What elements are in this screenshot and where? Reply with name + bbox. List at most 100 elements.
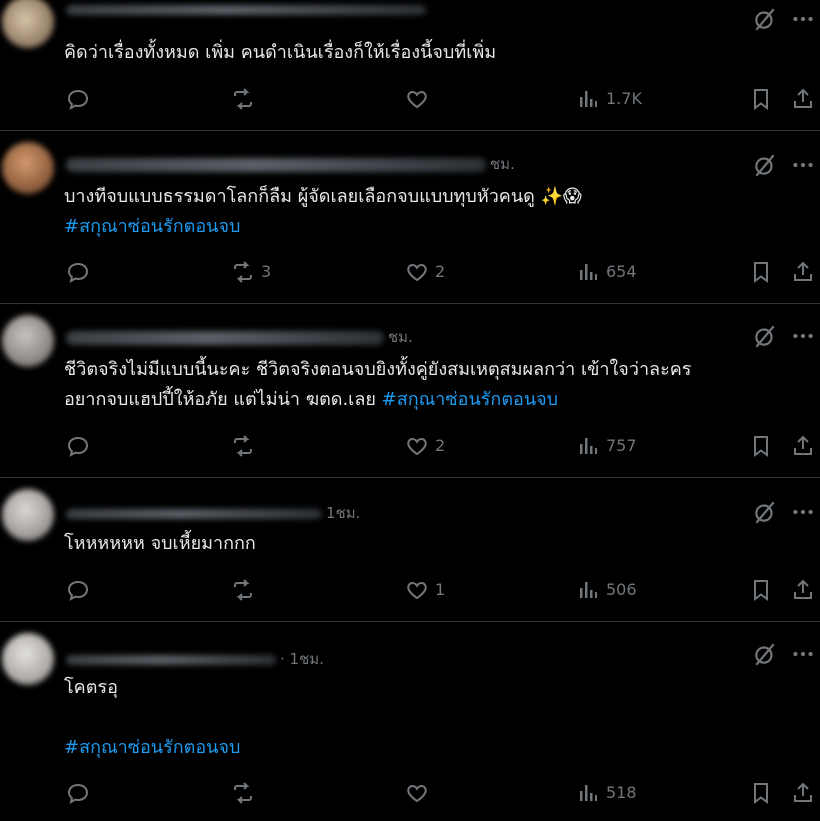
bookmark-button[interactable]	[749, 431, 779, 461]
avatar[interactable]	[2, 142, 54, 194]
reply-button[interactable]	[66, 778, 96, 808]
avatar[interactable]	[2, 489, 54, 541]
bookmark-icon	[754, 89, 768, 110]
post-text: โคตรอุ #สกุณาซ่อนรักตอนจบ	[64, 673, 794, 763]
post-text-line: คิดว่าเรื่องทั้งหมด เพิ่ม คนดำเนินเรื่อง…	[64, 42, 497, 63]
retweet-button[interactable]: 3	[231, 257, 271, 287]
views-count: 506	[606, 580, 637, 599]
more-icon[interactable]	[790, 323, 816, 349]
post-time[interactable]: ชม.	[388, 328, 413, 346]
views-count: 518	[606, 783, 637, 802]
avatar[interactable]	[2, 633, 54, 685]
post-time[interactable]: 1ชม.	[326, 504, 360, 522]
action-bar: 518	[0, 778, 820, 808]
hashtag-link[interactable]: #สกุณาซ่อนรักตอนจบ	[382, 389, 558, 410]
author-name[interactable]	[66, 508, 322, 519]
more-icon[interactable]	[790, 152, 816, 178]
post-text-fragment: อยากจบแฮปปี้ให้อภัย แต่ไม่น่า ฆตด.เลย	[64, 389, 376, 410]
hashtag-link[interactable]: #สกุณาซ่อนรักตอนจบ	[64, 733, 794, 763]
grok-icon[interactable]	[752, 641, 778, 667]
post-header: · 1ชม.	[66, 647, 324, 671]
share-button[interactable]	[791, 257, 820, 287]
reply-icon	[67, 436, 89, 457]
grok-icon[interactable]	[752, 152, 778, 178]
like-count: 2	[435, 262, 446, 281]
reply-post[interactable]: ชม. ชีวิตจริงไม่มีแบบนี้นะคะ ชีวิตจริงตอ…	[0, 303, 820, 478]
like-button[interactable]: 2	[405, 431, 445, 461]
grok-icon[interactable]	[752, 499, 778, 525]
share-icon	[794, 261, 812, 281]
post-text-line: อยากจบแฮปปี้ให้อภัย แต่ไม่น่า ฆตด.เลย #ส…	[64, 385, 794, 415]
share-button[interactable]	[791, 575, 820, 605]
retweet-button[interactable]	[231, 431, 261, 461]
more-icon[interactable]	[790, 6, 816, 32]
retweet-icon	[234, 261, 252, 283]
bookmark-button[interactable]	[749, 257, 779, 287]
views-button[interactable]: 654	[576, 257, 637, 287]
retweet-icon	[234, 88, 252, 110]
avatar[interactable]	[2, 0, 54, 48]
share-icon	[794, 435, 812, 455]
more-icon[interactable]	[790, 499, 816, 525]
heart-icon	[407, 581, 427, 600]
post-time[interactable]: ชม.	[490, 155, 515, 173]
retweet-button[interactable]	[231, 575, 261, 605]
reply-button[interactable]	[66, 431, 96, 461]
views-button[interactable]: 757	[576, 431, 637, 461]
grok-icon[interactable]	[752, 323, 778, 349]
reply-button[interactable]	[66, 257, 96, 287]
post-header: ชม.	[66, 325, 413, 349]
author-name[interactable]	[66, 4, 426, 15]
post-text: ชีวิตจริงไม่มีแบบนี้นะคะ ชีวิตจริงตอนจบย…	[64, 355, 794, 415]
views-icon	[580, 264, 597, 280]
reply-post[interactable]: ชม. บางทีจบแบบธรรมดาโลกก็ลืม ผู้จัดเลยเล…	[0, 130, 820, 304]
share-icon	[794, 579, 812, 599]
share-button[interactable]	[791, 84, 820, 114]
views-button[interactable]: 518	[576, 778, 637, 808]
retweet-button[interactable]	[231, 84, 261, 114]
retweet-icon	[234, 782, 252, 804]
author-name[interactable]	[66, 157, 486, 172]
retweet-button[interactable]	[231, 778, 261, 808]
author-name[interactable]	[66, 330, 384, 345]
hashtag-link[interactable]: #สกุณาซ่อนรักตอนจบ	[64, 212, 794, 242]
bookmark-icon	[754, 783, 768, 804]
like-count: 1	[435, 580, 446, 599]
bookmark-button[interactable]	[749, 84, 779, 114]
views-icon	[580, 91, 597, 107]
heart-icon	[407, 437, 427, 456]
share-button[interactable]	[791, 431, 820, 461]
bookmark-button[interactable]	[749, 778, 779, 808]
retweet-count: 3	[261, 262, 272, 281]
grok-icon[interactable]	[752, 6, 778, 32]
author-name[interactable]	[66, 654, 276, 665]
heart-icon	[407, 263, 427, 282]
post-time[interactable]: · 1ชม.	[280, 650, 324, 668]
reply-button[interactable]	[66, 84, 96, 114]
reply-post[interactable]: 1ชม. โหหหหหห จบเหี้ยมากกก 1 506	[0, 477, 820, 622]
more-icon[interactable]	[790, 641, 816, 667]
like-button[interactable]: 1	[405, 575, 445, 605]
like-button[interactable]: 2	[405, 257, 445, 287]
post-header	[66, 0, 430, 18]
retweet-icon	[234, 579, 252, 601]
views-icon	[580, 438, 597, 454]
views-button[interactable]: 1.7K	[576, 84, 642, 114]
like-button[interactable]	[405, 778, 435, 808]
bookmark-button[interactable]	[749, 575, 779, 605]
post-text-line: โคตรอุ	[64, 677, 118, 698]
like-button[interactable]	[405, 84, 435, 114]
action-bar: 3 2 654	[0, 257, 820, 287]
reply-post[interactable]: · 1ชม. โคตรอุ #สกุณาซ่อนรักตอนจบ 518	[0, 621, 820, 821]
views-button[interactable]: 506	[576, 575, 637, 605]
retweet-icon	[234, 435, 252, 457]
reply-button[interactable]	[66, 575, 96, 605]
reply-post[interactable]: คิดว่าเรื่องทั้งหมด เพิ่ม คนดำเนินเรื่อง…	[0, 0, 820, 131]
views-icon	[580, 785, 597, 801]
post-text: โหหหหหห จบเหี้ยมากกก	[64, 529, 794, 559]
post-header: ชม.	[66, 152, 515, 176]
post-text-line: ชีวิตจริงไม่มีแบบนี้นะคะ ชีวิตจริงตอนจบย…	[64, 359, 692, 380]
avatar[interactable]	[2, 315, 54, 367]
share-button[interactable]	[791, 778, 820, 808]
heart-icon	[407, 90, 427, 109]
